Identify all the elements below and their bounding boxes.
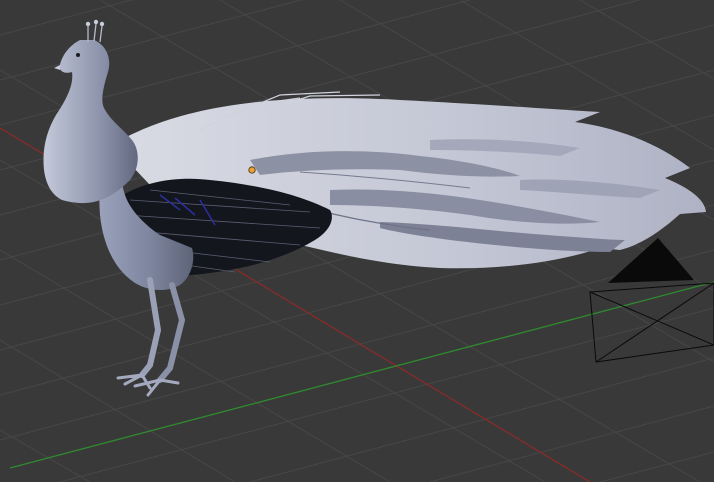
viewport-canvas[interactable] — [0, 0, 714, 482]
3d-viewport[interactable] — [0, 0, 714, 482]
peacock-legs[interactable] — [116, 277, 186, 397]
camera-icon[interactable] — [589, 238, 714, 363]
y-axis-line — [9, 281, 714, 469]
object-origin-dot[interactable] — [248, 166, 256, 174]
